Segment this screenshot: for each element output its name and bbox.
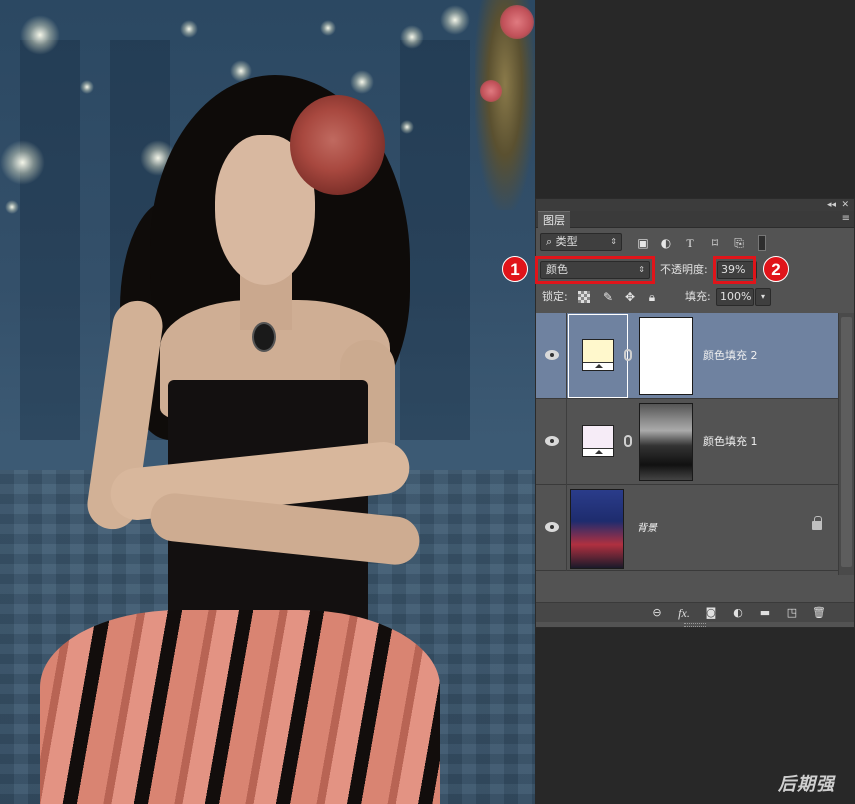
lock-pixels-brush-icon[interactable]: ✎ xyxy=(600,290,616,304)
layer-row-color-fill-1[interactable]: 颜色填充 1 xyxy=(536,399,838,485)
panel-bottom-bar: ⊖ fx. ◙ ◐ ▬ ◳ 🗑︎ xyxy=(536,602,854,622)
background-thumbnail[interactable] xyxy=(570,489,624,569)
chain-link-icon[interactable] xyxy=(624,349,632,361)
filter-toggle-icon[interactable] xyxy=(758,235,766,251)
visibility-eye-icon[interactable] xyxy=(545,350,559,360)
tab-layers[interactable]: 图层 xyxy=(538,211,570,228)
watermark-logo: 后期强 xyxy=(778,774,835,795)
color-fill-thumbnail[interactable] xyxy=(582,339,614,371)
layers-scrollbar[interactable] xyxy=(838,313,854,575)
panel-resize-grip[interactable] xyxy=(684,623,706,627)
visibility-eye-icon[interactable] xyxy=(545,522,559,532)
search-icon: ⌕ xyxy=(546,235,553,248)
photo-canvas[interactable] xyxy=(0,0,535,804)
smart-object-filter-icon[interactable]: ⎘ xyxy=(731,236,747,250)
color-fill-thumbnail[interactable] xyxy=(582,425,614,457)
filter-kind-select[interactable]: ⌕ 类型 ⇕ xyxy=(540,233,622,251)
bush-flower xyxy=(500,5,534,39)
layer-mask-thumbnail[interactable] xyxy=(639,403,693,481)
panel-menu-icon[interactable]: ≡ xyxy=(842,213,850,224)
chain-link-icon[interactable] xyxy=(624,435,632,447)
bush-flower xyxy=(480,80,502,102)
necklace xyxy=(252,322,276,352)
layer-name[interactable]: 背景 xyxy=(637,519,657,534)
add-mask-icon[interactable]: ◙ xyxy=(703,606,719,620)
annotation-badge-2: 2 xyxy=(763,256,789,282)
lock-label: 锁定: xyxy=(542,290,568,303)
select-arrows-icon: ⇕ xyxy=(610,237,617,246)
lock-all-icon[interactable]: 🔒︎ xyxy=(644,290,660,304)
bokeh-light xyxy=(440,5,470,35)
visibility-eye-icon[interactable] xyxy=(545,436,559,446)
fill-field[interactable]: 100% xyxy=(716,288,754,306)
delete-icon[interactable]: 🗑︎ xyxy=(811,606,827,620)
close-panel-icon[interactable]: ✕ xyxy=(841,199,849,211)
image-filter-icon[interactable]: ▣ xyxy=(635,236,651,250)
opacity-highlight xyxy=(713,256,756,284)
bg-pillar xyxy=(400,40,470,440)
new-adjustment-icon[interactable]: ◐ xyxy=(730,606,746,620)
bokeh-light xyxy=(320,20,336,36)
scrollbar-thumb[interactable] xyxy=(841,317,852,567)
blend-mode-highlight xyxy=(535,256,655,284)
adjustment-bar xyxy=(583,362,613,370)
type-filter-icon[interactable]: T xyxy=(682,236,698,250)
shape-filter-icon[interactable]: ⌑ xyxy=(707,236,723,250)
bokeh-light xyxy=(350,70,374,94)
fill-swatch xyxy=(583,340,613,362)
layer-name[interactable]: 颜色填充 2 xyxy=(703,347,758,363)
layers-list: 颜色填充 2 颜色填充 1 背景 xyxy=(536,313,838,575)
panel-tab-bar: 图层 ≡ xyxy=(536,211,854,228)
fx-icon[interactable]: fx. xyxy=(676,606,692,620)
bg-pillar xyxy=(20,40,80,440)
annotation-badge-1: 1 xyxy=(502,256,528,282)
fill-label: 填充: xyxy=(685,290,711,303)
bokeh-light xyxy=(5,200,19,214)
bokeh-light xyxy=(400,120,414,134)
collapse-panel-icon[interactable]: ◂◂ xyxy=(827,199,836,211)
layer-row-color-fill-2[interactable]: 颜色填充 2 xyxy=(536,313,838,399)
bokeh-light xyxy=(0,140,45,185)
rose-hairpiece xyxy=(290,95,385,195)
lock-fill-row: 锁定: ✎ ✥ 🔒︎ 填充: 100% ▾ xyxy=(536,287,854,309)
fill-dropdown-button[interactable]: ▾ xyxy=(755,288,771,306)
lock-position-icon[interactable]: ✥ xyxy=(622,290,638,304)
bokeh-light xyxy=(180,20,198,38)
pink-skirt xyxy=(40,610,440,804)
opacity-label: 不透明度: xyxy=(660,263,708,276)
adjustment-bar xyxy=(583,448,613,456)
link-layers-icon[interactable]: ⊖ xyxy=(649,606,665,620)
layer-row-background[interactable]: 背景 xyxy=(536,485,838,571)
bokeh-light xyxy=(20,15,60,55)
lock-icon xyxy=(812,516,822,530)
layer-name[interactable]: 颜色填充 1 xyxy=(703,433,758,449)
fill-value: 100% xyxy=(720,290,752,303)
new-group-icon[interactable]: ▬ xyxy=(757,606,773,620)
panel-header-strip: ◂◂ ✕ xyxy=(536,199,854,211)
divider xyxy=(566,399,567,485)
bokeh-light xyxy=(400,25,424,49)
new-layer-icon[interactable]: ◳ xyxy=(784,606,800,620)
divider xyxy=(566,485,567,571)
filter-row: ⌕ 类型 ⇕ ▣ ◐ T ⌑ ⎘ xyxy=(536,231,854,253)
lock-transparent-icon[interactable] xyxy=(578,291,590,303)
filter-kind-value: 类型 xyxy=(555,235,578,248)
divider xyxy=(566,313,567,399)
adjustment-filter-icon[interactable]: ◐ xyxy=(658,236,674,250)
layer-mask-thumbnail[interactable] xyxy=(639,317,693,395)
bokeh-light xyxy=(80,80,94,94)
fill-swatch xyxy=(583,426,613,448)
